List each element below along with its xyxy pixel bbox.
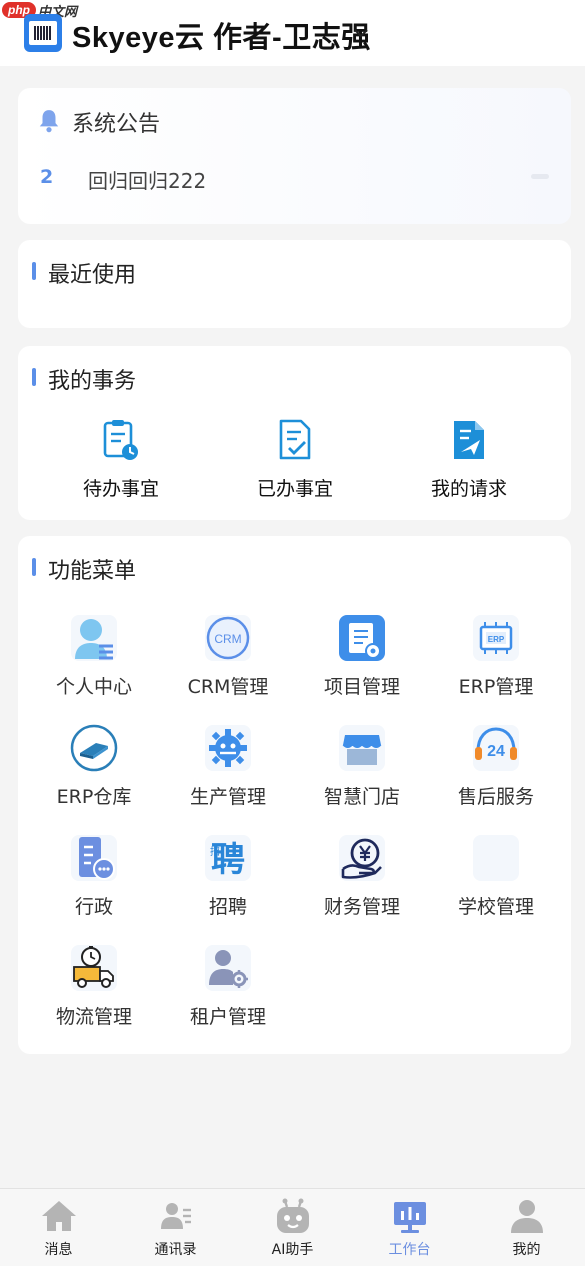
store-icon xyxy=(339,725,385,771)
menu-label: 租户管理 xyxy=(189,1006,266,1028)
section-marker xyxy=(32,368,36,386)
done-document-icon xyxy=(279,419,311,460)
chevron-down-icon[interactable] xyxy=(352,24,370,42)
tab-label: AI助手 xyxy=(271,1242,314,1258)
recruit-icon: 聘 招 xyxy=(205,835,251,881)
recent-title: 最近使用 xyxy=(48,263,137,288)
tab-me[interactable]: 我的 xyxy=(468,1189,585,1266)
section-marker xyxy=(32,262,36,280)
tab-label: 通讯录 xyxy=(154,1242,197,1258)
recent-card: 最近使用 xyxy=(18,240,571,328)
app-title[interactable]: Skyeye云 作者-卫志强 xyxy=(72,14,371,56)
warehouse-icon xyxy=(70,724,118,772)
admin-document-icon xyxy=(71,835,117,881)
tab-contacts[interactable]: 通讯录 xyxy=(117,1189,234,1266)
menu-erp[interactable]: ERP ERP管理 xyxy=(434,610,558,699)
menu-label: 物流管理 xyxy=(55,1006,132,1028)
tab-ai-assistant[interactable]: AI助手 xyxy=(234,1189,351,1266)
bell-icon xyxy=(39,110,59,133)
menu-recruit[interactable]: 聘 招 招聘 xyxy=(166,830,290,919)
erp-chip-icon: ERP xyxy=(473,615,519,661)
menu-logistics[interactable]: 物流管理 xyxy=(32,940,156,1029)
erp-icon-text: ERP xyxy=(488,635,505,644)
menu-label: ERP管理 xyxy=(458,676,534,698)
function-menu-card: 功能菜单 个人中心 CRM CRM管理 项目管理 ERP ERP管理 ERP仓库… xyxy=(18,536,571,1054)
notice-indicator xyxy=(531,174,549,179)
home-icon xyxy=(41,1201,76,1231)
menu-label: 生产管理 xyxy=(189,786,266,808)
affair-request[interactable]: 我的请求 xyxy=(394,418,544,501)
menu-project[interactable]: 项目管理 xyxy=(300,610,424,699)
recruit-icon-char: 聘 xyxy=(211,840,245,880)
notice-title: 系统公告 xyxy=(72,112,161,137)
finance-yen-icon xyxy=(339,835,385,881)
menu-label: 售后服务 xyxy=(457,786,534,808)
robot-icon xyxy=(276,1198,309,1233)
menu-smart-store[interactable]: 智慧门店 xyxy=(300,720,424,809)
notice-item[interactable]: 回归回归222 xyxy=(88,165,206,194)
production-gear-icon xyxy=(205,725,251,771)
service-icon-text: 24 xyxy=(487,743,505,760)
tenant-user-gear-icon xyxy=(205,945,251,991)
tab-label: 消息 xyxy=(44,1242,73,1258)
affairs-card: 我的事务 待办事宜 已办事宜 我的请求 xyxy=(18,346,571,520)
section-marker xyxy=(32,558,36,576)
menu-production[interactable]: 生产管理 xyxy=(166,720,290,809)
crm-icon-text: CRM xyxy=(214,632,241,646)
app-header: php 中文网 Skyeye云 作者-卫志强 xyxy=(0,0,585,66)
person-icon xyxy=(71,615,117,661)
todo-clipboard-icon xyxy=(103,420,138,460)
menu-label: CRM管理 xyxy=(187,676,269,698)
workbench-chart-icon xyxy=(393,1202,426,1233)
notice-count: 2 xyxy=(40,166,54,188)
tab-messages[interactable]: 消息 xyxy=(0,1189,117,1266)
menu-label: 项目管理 xyxy=(323,676,400,698)
system-notice-card: 系统公告 2 回归回归222 xyxy=(18,88,571,224)
app-logo xyxy=(24,14,62,52)
request-send-icon xyxy=(454,421,484,459)
menu-admin[interactable]: 行政 xyxy=(32,830,156,919)
menu-label: 智慧门店 xyxy=(323,786,400,808)
affair-label: 待办事宜 xyxy=(82,478,159,500)
affairs-title: 我的事务 xyxy=(48,369,137,394)
menu-personal-center[interactable]: 个人中心 xyxy=(32,610,156,699)
menu-label: 学校管理 xyxy=(457,896,534,918)
tab-label: 工作台 xyxy=(388,1242,431,1258)
menu-title: 功能菜单 xyxy=(48,559,137,584)
user-icon xyxy=(510,1200,543,1233)
headset-24-icon: 24 xyxy=(473,725,519,771)
menu-label: 财务管理 xyxy=(323,896,400,918)
contacts-icon xyxy=(160,1203,191,1229)
project-icon xyxy=(339,615,385,661)
menu-tenant[interactable]: 租户管理 xyxy=(166,940,290,1029)
affair-done[interactable]: 已办事宜 xyxy=(220,418,370,501)
menu-label: 招聘 xyxy=(208,896,247,918)
affair-todo[interactable]: 待办事宜 xyxy=(46,418,196,501)
menu-crm[interactable]: CRM CRM管理 xyxy=(166,610,290,699)
crm-icon: CRM xyxy=(205,615,251,661)
recruit-icon-small: 招 xyxy=(210,845,220,858)
tab-label: 我的 xyxy=(512,1242,541,1258)
menu-after-sales[interactable]: 24 售后服务 xyxy=(434,720,558,809)
menu-erp-warehouse[interactable]: ERP仓库 xyxy=(32,720,156,809)
menu-label: ERP仓库 xyxy=(56,786,132,808)
menu-finance[interactable]: 财务管理 xyxy=(300,830,424,919)
menu-school[interactable]: 学校管理 xyxy=(434,830,558,919)
logistics-truck-icon xyxy=(71,945,117,991)
menu-label: 个人中心 xyxy=(55,676,132,698)
affair-label: 已办事宜 xyxy=(256,478,333,500)
school-icon xyxy=(473,835,519,881)
tab-workbench[interactable]: 工作台 xyxy=(351,1189,468,1266)
bottom-tab-bar: 消息 通讯录 AI助手 工作台 我的 xyxy=(0,1188,585,1266)
menu-label: 行政 xyxy=(74,896,113,918)
affair-label: 我的请求 xyxy=(430,478,507,500)
